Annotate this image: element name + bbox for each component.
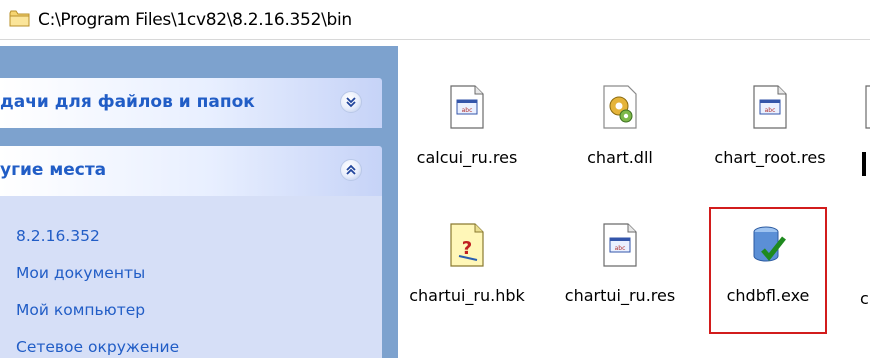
link-my-computer[interactable]: Мой компьютер: [16, 301, 145, 319]
file-name: chart_root.res: [714, 148, 826, 167]
task-pane: дачи для файлов и папок угие места 8.2.1…: [0, 46, 398, 358]
file-tasks-panel-header[interactable]: дачи для файлов и папок: [0, 78, 382, 128]
partial-file-item: [862, 152, 870, 176]
svg-text:abc: abc: [615, 245, 626, 252]
resource-file-icon: abc: [753, 85, 787, 129]
other-places-panel-header[interactable]: угие места: [0, 146, 382, 196]
other-places-title: угие места: [0, 160, 107, 180]
link-network-places[interactable]: Сетевое окружение: [16, 338, 179, 356]
partial-file-icon: [862, 84, 870, 130]
chevron-up-icon[interactable]: [340, 159, 362, 181]
address-bar[interactable]: C:\Program Files\1cv82\8.2.16.352\bin: [0, 0, 870, 40]
resource-file-icon: abc: [603, 223, 637, 267]
link-my-documents[interactable]: Мои документы: [16, 264, 145, 282]
file-item-chdbfl-exe[interactable]: chdbfl.exe: [693, 222, 843, 342]
svg-text:?: ?: [462, 238, 472, 259]
file-item-chart-root-res[interactable]: abc chart_root.res: [695, 84, 845, 204]
file-tasks-title: дачи для файлов и папок: [0, 92, 255, 112]
file-item-chart-dll[interactable]: chart.dll: [545, 84, 695, 204]
folder-icon: [9, 10, 30, 27]
file-name: calcui_ru.res: [416, 148, 518, 167]
other-places-links: 8.2.16.352 Мои документы Мой компьютер С…: [0, 196, 382, 358]
svg-text:abc: abc: [462, 107, 473, 114]
link-version-folder[interactable]: 8.2.16.352: [16, 227, 100, 245]
svg-text:abc: abc: [765, 107, 776, 114]
file-item-chartui-ru-hbk[interactable]: ? chartui_ru.hbk: [392, 222, 542, 342]
file-name: chartui_ru.res: [564, 286, 676, 305]
file-name: chartui_ru.hbk: [409, 286, 525, 305]
dll-file-icon: [603, 85, 637, 129]
file-item-calcui-ru-res[interactable]: abc calcui_ru.res: [392, 84, 542, 204]
file-item-chartui-ru-res[interactable]: abc chartui_ru.res: [545, 222, 695, 342]
chevron-down-icon[interactable]: [340, 91, 362, 113]
address-path[interactable]: C:\Program Files\1cv82\8.2.16.352\bin: [38, 10, 352, 30]
file-name: chart.dll: [587, 148, 653, 167]
database-check-icon: [753, 226, 786, 262]
partial-file-label: c: [860, 289, 869, 308]
file-name: chdbfl.exe: [726, 286, 810, 305]
resource-file-icon: abc: [450, 85, 484, 129]
help-file-icon: ?: [450, 223, 484, 267]
